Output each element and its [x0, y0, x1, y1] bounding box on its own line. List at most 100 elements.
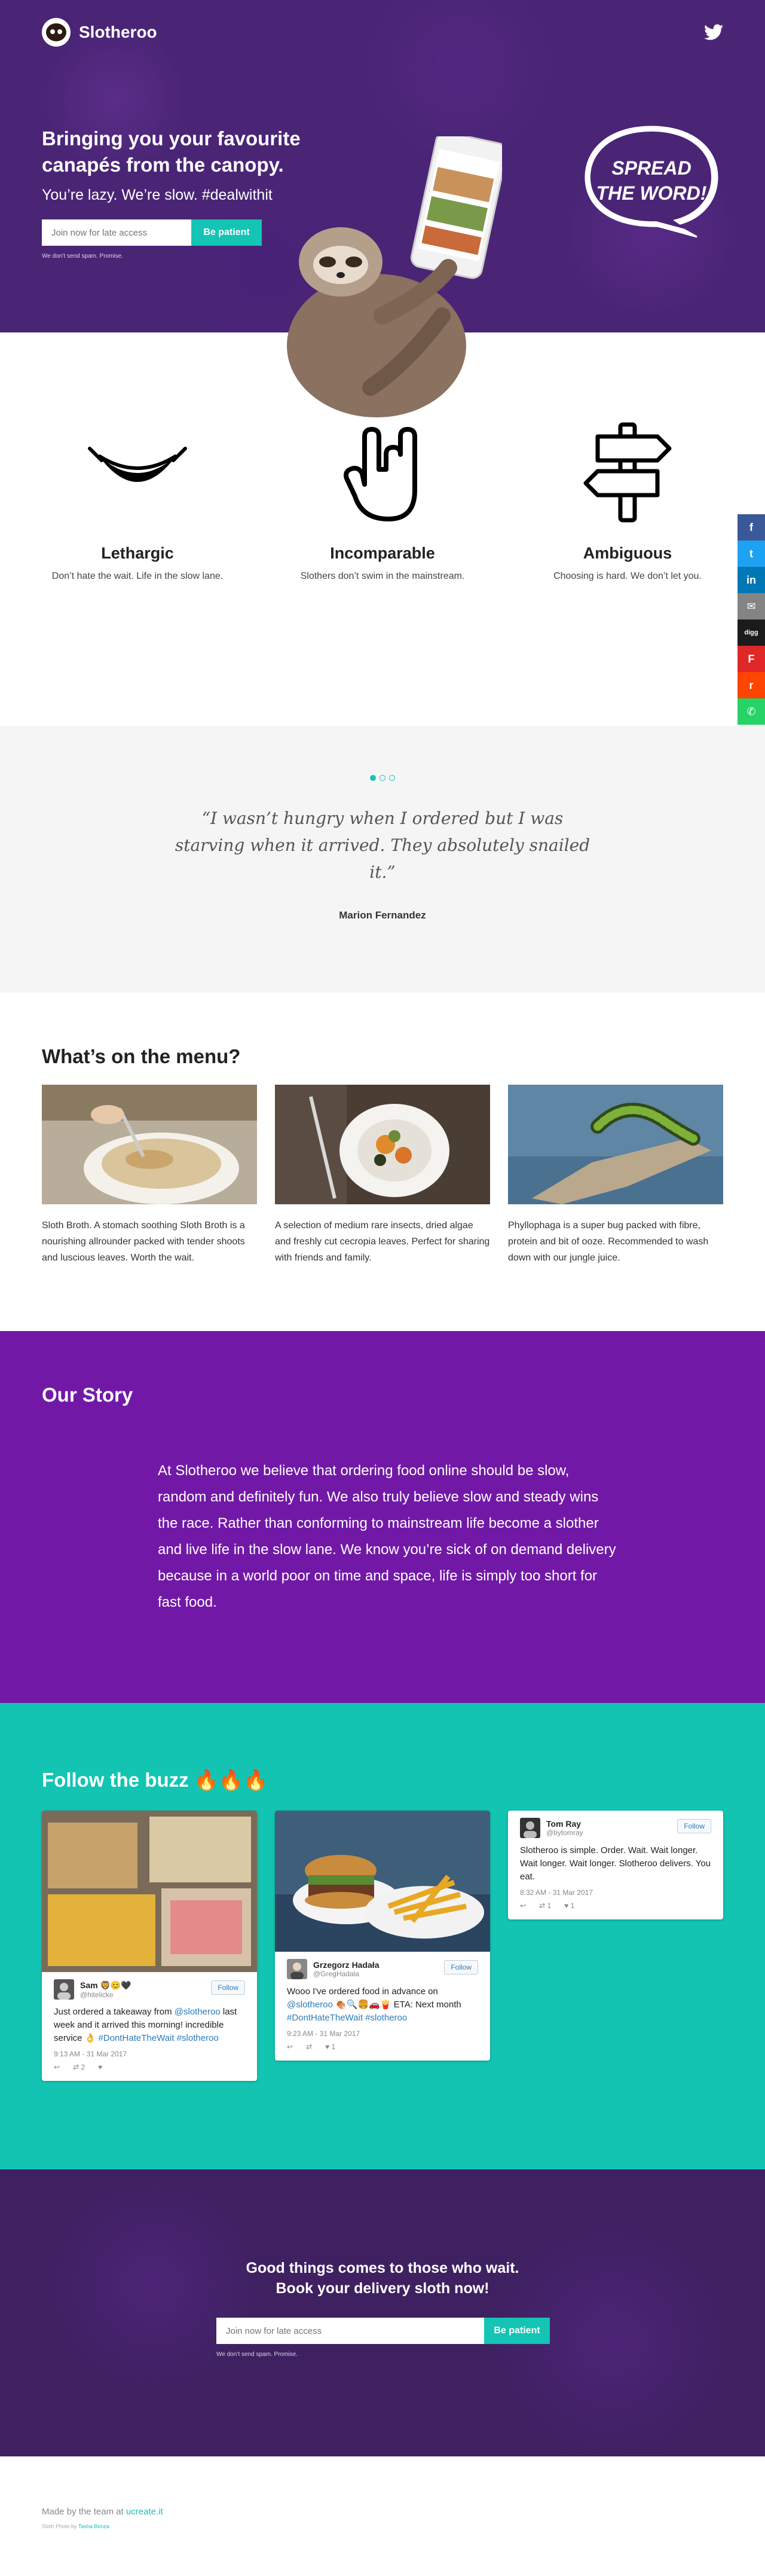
tweet-author-name[interactable]: Grzegorz Hadała: [313, 1960, 379, 1970]
signpost-icon: [583, 422, 672, 523]
tweet-text-part: Wooo I've ordered food in advance on: [287, 1986, 438, 1997]
story-title: Our Story: [42, 1384, 133, 1406]
tweet-body: Sam 🦁😊🖤 @hitelicke Follow Just ordered a…: [42, 1972, 257, 2081]
cta-section: Good things comes to those who wait. Boo…: [0, 2169, 765, 2456]
insect-platter-photo: [275, 1085, 490, 1204]
like-icon[interactable]: ♥: [98, 2063, 102, 2071]
testimonial-author: Marion Fernandez: [339, 909, 426, 921]
menu-grid: Sloth Broth. A stomach soothing Sloth Br…: [42, 1085, 723, 1266]
hero-email-input[interactable]: [42, 219, 191, 246]
cta-signup-form: Be patient We don’t send spam. Promise.: [216, 2318, 550, 2358]
menu-item: Sloth Broth. A stomach soothing Sloth Br…: [42, 1085, 257, 1266]
carousel-dot[interactable]: [380, 775, 385, 781]
tweet-author-name[interactable]: Tom Ray: [546, 1819, 583, 1829]
photographer-link[interactable]: Tasha Bonza: [78, 2523, 109, 2529]
follow-button[interactable]: Follow: [444, 1960, 478, 1974]
twitter-icon[interactable]: [704, 24, 723, 41]
like-icon[interactable]: ♥ 1: [325, 2043, 335, 2051]
email-icon[interactable]: ✉: [738, 593, 765, 619]
tweet-author-handle[interactable]: @bytomray: [546, 1829, 583, 1837]
menu-item: Phyllophaga is a super bug packed with f…: [508, 1085, 723, 1266]
linkedin-icon[interactable]: in: [738, 567, 765, 593]
tweet-text: Slotheroo is simple. Order. Wait. Wait l…: [520, 1845, 711, 1882]
spread-the-word-badge[interactable]: SPREAD THE WORD!: [580, 120, 723, 239]
footer-credit-prefix: Sloth Photo by: [42, 2523, 78, 2529]
carousel-dots: [0, 775, 765, 781]
carousel-dot[interactable]: [389, 775, 395, 781]
cta-no-spam-note: We don’t send spam. Promise.: [216, 2351, 298, 2358]
footer-made-prefix: Made by the team at: [42, 2507, 126, 2517]
feature-title: Lethargic: [101, 544, 174, 562]
retweet-icon[interactable]: ⇄: [306, 2043, 312, 2051]
tweet-author-handle[interactable]: @GregHadala: [313, 1970, 379, 1978]
menu-item-text: A selection of medium rare insects, drie…: [275, 1220, 490, 1263]
menu-item-text: Sloth Broth. A stomach soothing Sloth Br…: [42, 1220, 245, 1263]
tweet-text: Just ordered a takeaway from @slotheroo …: [54, 2006, 245, 2045]
feature-text: Don’t hate the wait. Life in the slow la…: [51, 571, 224, 581]
ucreate-link[interactable]: ucreate.it: [126, 2507, 163, 2517]
menu-item: A selection of medium rare insects, drie…: [275, 1085, 490, 1266]
tweet-actions: ↩ ⇄ ♥ 1: [287, 2043, 478, 2051]
cta-title-line-2: Book your delivery sloth now!: [276, 2280, 489, 2297]
menu-title: What’s on the menu?: [42, 1045, 241, 1067]
tweet-date[interactable]: 9:13 AM - 31 Mar 2017: [54, 2050, 245, 2058]
tweet-hashtag-link[interactable]: #DontHateTheWait #slotheroo: [99, 2033, 219, 2043]
reply-icon[interactable]: ↩: [287, 2043, 293, 2051]
cta-email-input[interactable]: [216, 2318, 484, 2344]
menu-section: What’s on the menu? Sloth Broth. A stoma…: [42, 1045, 723, 1266]
sloth-face-icon: [42, 18, 71, 47]
avatar[interactable]: [54, 1979, 74, 2000]
cta-signup-row: Be patient: [216, 2318, 550, 2344]
follow-button[interactable]: Follow: [211, 1980, 245, 1995]
our-story-section: Our Story At Slotheroo we believe that o…: [0, 1331, 765, 1703]
tweet-card[interactable]: Sam 🦁😊🖤 @hitelicke Follow Just ordered a…: [42, 1811, 257, 2081]
reply-icon[interactable]: ↩: [54, 2063, 60, 2071]
top-nav: Slotheroo: [42, 18, 723, 47]
like-count: 1: [331, 2043, 336, 2051]
like-count: 1: [570, 1902, 575, 1910]
retweet-icon[interactable]: ⇄ 2: [73, 2063, 85, 2071]
tweet-card[interactable]: Grzegorz Hadała @GregHadala Follow Wooo …: [275, 1811, 490, 2061]
whatsapp-icon[interactable]: ✆: [738, 698, 765, 725]
reply-icon[interactable]: ↩: [520, 1902, 526, 1910]
avatar[interactable]: [287, 1959, 307, 1979]
tweet-text: Wooo I've ordered food in advance on @sl…: [287, 1985, 478, 2025]
tweet-mention-link[interactable]: @slotheroo: [287, 2000, 333, 2010]
facebook-icon[interactable]: f: [738, 514, 765, 541]
features-section: Lethargic Don’t hate the wait. Life in t…: [42, 419, 723, 582]
tweet-actions: ↩ ⇄ 1 ♥ 1: [520, 1902, 711, 1910]
tweet-card[interactable]: Tom Ray @bytomray Follow Slotheroo is si…: [508, 1811, 723, 1919]
twitter-icon[interactable]: t: [738, 541, 765, 567]
badge-line-1: SPREAD: [611, 157, 691, 179]
feature-text: Choosing is hard. We don’t let you.: [553, 571, 702, 581]
feature-lethargic: Lethargic Don’t hate the wait. Life in t…: [42, 419, 233, 582]
cta-be-patient-button[interactable]: Be patient: [484, 2318, 550, 2344]
follow-button[interactable]: Follow: [677, 1819, 711, 1833]
tweet-body: Tom Ray @bytomray Follow Slotheroo is si…: [508, 1811, 723, 1919]
sloth-with-phone-image: [287, 136, 502, 417]
buzz-title: Follow the buzz 🔥🔥🔥: [42, 1769, 268, 1791]
rock-hand-icon: [344, 427, 417, 521]
retweet-icon[interactable]: ⇄ 1: [539, 1902, 551, 1910]
share-sidebar: f t in ✉ digg Fr ✆: [738, 514, 765, 725]
testimonial-quote: “I wasn’t hungry when I ordered but I wa…: [175, 808, 590, 882]
tweet-date[interactable]: 9:23 AM - 31 Mar 2017: [287, 2029, 478, 2038]
like-icon[interactable]: ♥ 1: [564, 1902, 574, 1910]
flipboard-icon[interactable]: F: [738, 646, 765, 672]
digg-icon[interactable]: digg: [738, 619, 765, 646]
tweet-author-name[interactable]: Sam 🦁😊🖤: [80, 1980, 131, 1991]
tweet-body: Grzegorz Hadała @GregHadala Follow Wooo …: [275, 1952, 490, 2061]
feature-incomparable: Incomparable Slothers don’t swim in the …: [287, 419, 478, 582]
brand-name: Slotheroo: [79, 23, 157, 41]
carousel-dot[interactable]: [370, 775, 376, 781]
tweet-hashtag-link[interactable]: #DontHateTheWait #slotheroo: [287, 2013, 407, 2023]
tweet-author-handle[interactable]: @hitelicke: [80, 1991, 131, 1999]
footer-made-by: Made by the team at ucreate.it: [42, 2507, 163, 2517]
tweet-text-part: Just ordered a takeaway from: [54, 2007, 175, 2017]
tweet-date[interactable]: 8:32 AM - 31 Mar 2017: [520, 1888, 711, 1897]
retweet-count: 1: [547, 1902, 552, 1910]
avatar[interactable]: [520, 1818, 540, 1838]
reddit-icon[interactable]: r: [738, 672, 765, 698]
brand[interactable]: Slotheroo: [42, 18, 157, 47]
tweet-mention-link[interactable]: @slotheroo: [175, 2007, 221, 2017]
